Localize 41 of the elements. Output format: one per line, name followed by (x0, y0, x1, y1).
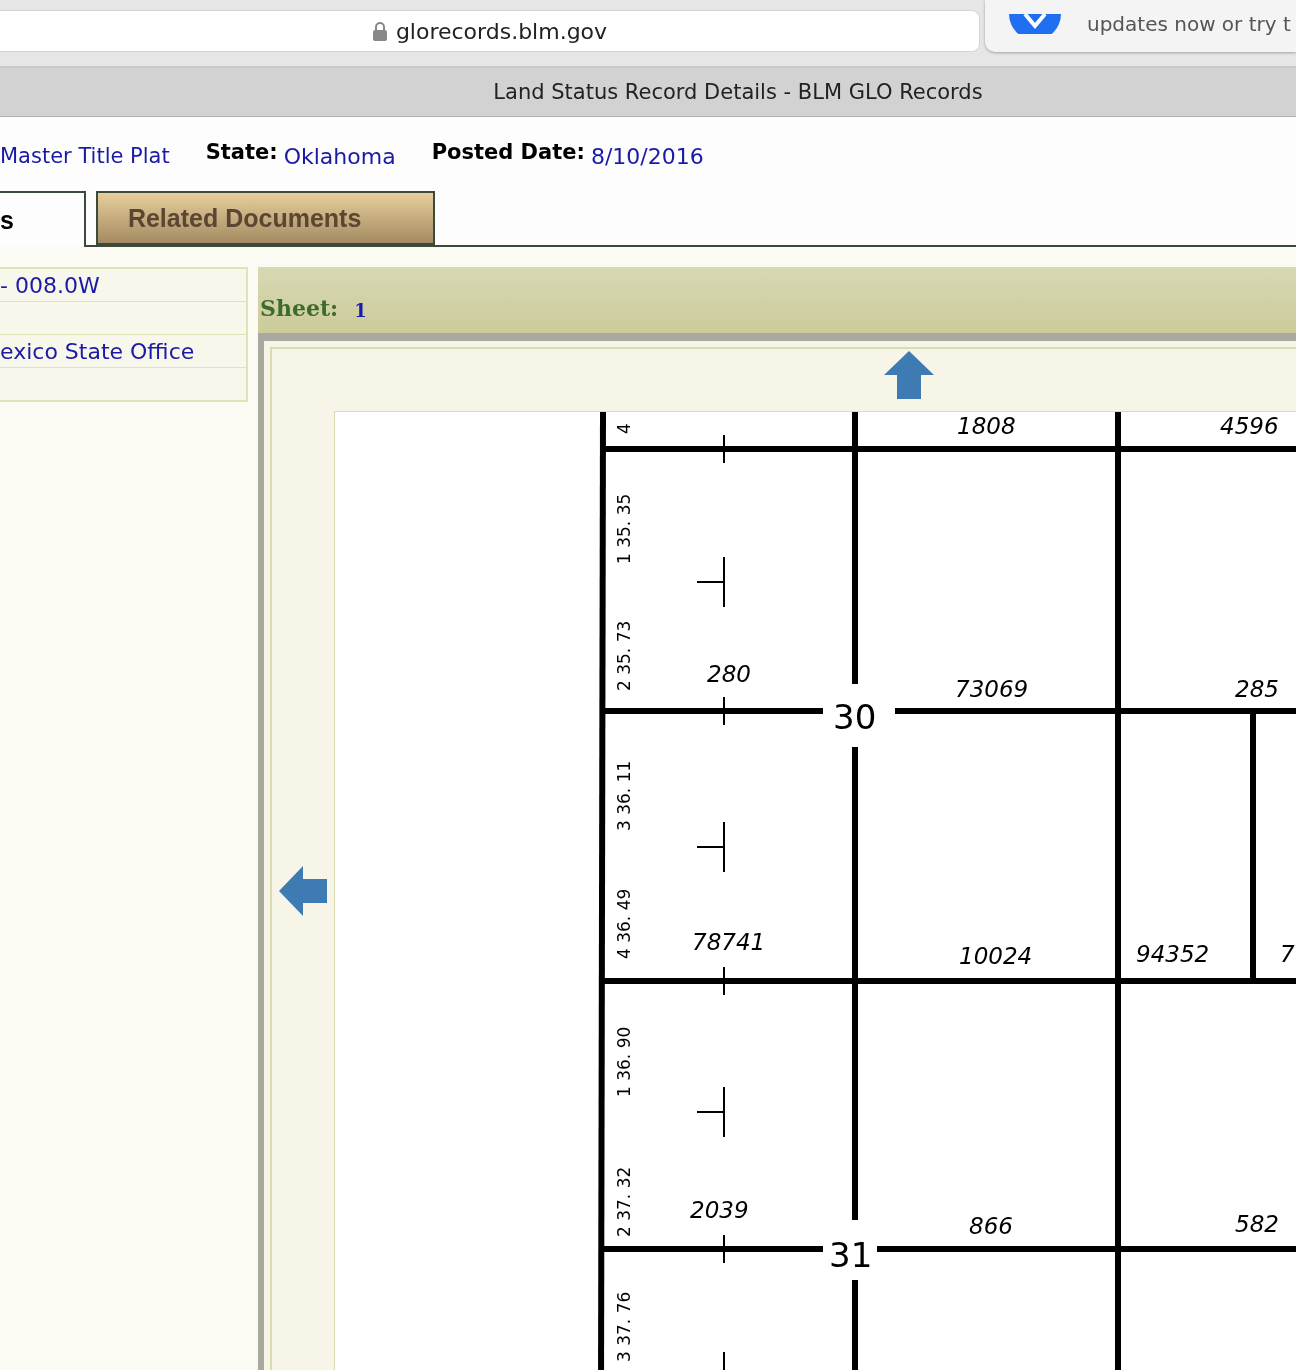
plat-label: 285 (1235, 676, 1279, 702)
sheet-label: Sheet: (260, 295, 339, 321)
plat-label: 1 36. 90 (614, 1026, 634, 1097)
plat-label: 94352 (1136, 941, 1210, 967)
plat-label: 2039 (690, 1197, 749, 1223)
plat-label: 3 37. 76 (614, 1291, 634, 1362)
sheet-number: 1 (354, 300, 367, 321)
plat-label: 2 37. 32 (614, 1166, 634, 1237)
plat-label: 280 (707, 661, 751, 687)
plat-label: 78741 (692, 929, 766, 955)
table-row: exico State Office (0, 335, 246, 368)
plat-label: 73069 (955, 676, 1029, 702)
tab[interactable]: s (0, 191, 86, 247)
plat-label: 7 (1280, 941, 1295, 967)
date-value: 8/10/2016 (590, 143, 704, 169)
up-arrow-icon[interactable] (882, 349, 936, 401)
table-row: - 008.0W (0, 269, 246, 302)
state-label: State: (205, 139, 278, 164)
window-title: Land Status Record Details - BLM GLO Records (0, 68, 1296, 117)
state-value: Oklahoma (283, 143, 396, 169)
plat-label: 1 35. 35 (614, 493, 634, 564)
plat-label: 2 35. 73 (614, 620, 634, 691)
notification-banner[interactable]: updates now or try t (985, 0, 1296, 52)
document-link[interactable]: Master Title Plat (0, 144, 170, 168)
lock-icon (371, 21, 388, 41)
plat-label: 4 (614, 423, 634, 434)
plat-label: 866 (969, 1213, 1013, 1239)
plat-label: 4 36. 49 (614, 888, 634, 959)
plat-label: 582 (1235, 1211, 1279, 1237)
address-text: glorecords.blm.gov (395, 18, 608, 44)
address-bar[interactable]: glorecords.blm.gov (0, 10, 980, 52)
notification-text: updates now or try t (1087, 14, 1291, 34)
app-icon (1009, 14, 1061, 34)
plat-label: 4596 (1220, 413, 1279, 439)
plat-label: 10024 (959, 943, 1033, 969)
plat-label: 1808 (957, 413, 1016, 439)
date-label: Posted Date: (431, 139, 585, 164)
plat-label: 30 (833, 697, 877, 737)
plat-label: 3 36. 11 (614, 760, 634, 831)
tab[interactable]: Related Documents (95, 191, 436, 245)
plat-label: 31 (829, 1235, 873, 1275)
